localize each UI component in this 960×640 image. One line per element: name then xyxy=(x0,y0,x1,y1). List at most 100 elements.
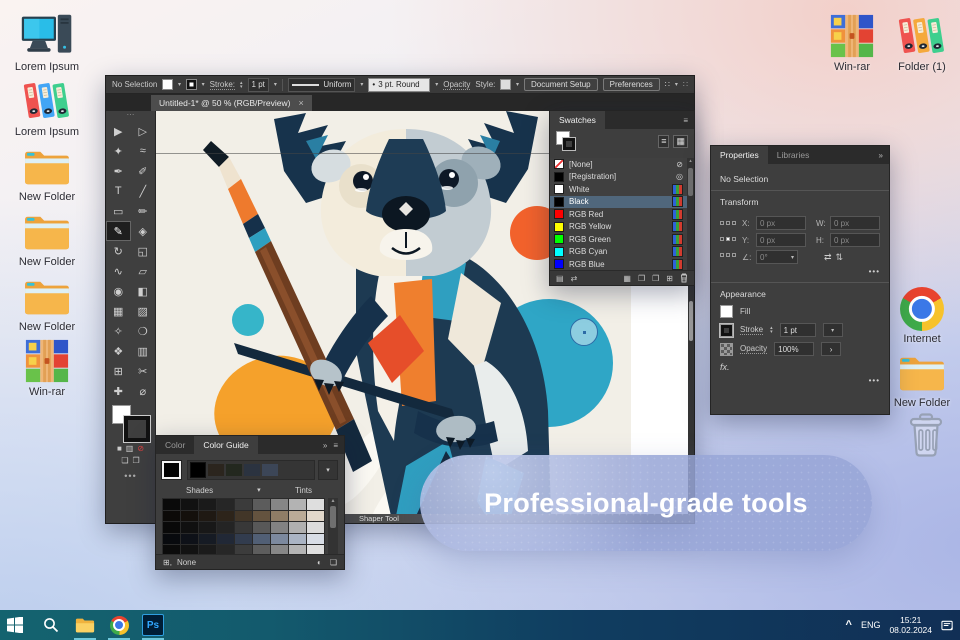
desktop-icon-folder[interactable]: New Folder xyxy=(886,348,958,409)
stroke-stepper[interactable]: ▴ ▾ xyxy=(770,326,773,335)
save-group-icon[interactable]: ❏ xyxy=(330,558,337,567)
variation-swatch[interactable] xyxy=(235,533,252,544)
swatch-color[interactable] xyxy=(554,171,564,182)
variation-swatch[interactable] xyxy=(181,522,198,533)
variation-swatch[interactable] xyxy=(163,499,180,510)
desktop-icon-folder[interactable]: New Folder xyxy=(11,207,83,268)
variation-swatch[interactable] xyxy=(307,522,324,533)
screen-mode-icon[interactable]: ❐ xyxy=(133,456,140,465)
desktop-icon-binders[interactable]: Lorem Ipsum xyxy=(11,77,83,138)
harmony-swatch[interactable] xyxy=(226,464,242,476)
variation-swatch[interactable] xyxy=(181,499,198,510)
search-icon[interactable] xyxy=(36,610,66,640)
swatch-color[interactable] xyxy=(554,234,564,245)
opacity-swatch[interactable] xyxy=(720,342,733,356)
width-profile-select[interactable]: Uniform xyxy=(287,77,356,92)
style-swatch[interactable] xyxy=(500,79,512,90)
variation-swatch[interactable] xyxy=(235,510,252,521)
stroke-width-field[interactable]: 1 pt xyxy=(247,77,269,92)
swatch-row[interactable]: [Registration] ◎ xyxy=(550,171,687,184)
tool-icon[interactable]: ◉ xyxy=(106,281,131,301)
swatch-libraries-icon[interactable]: ▤ xyxy=(556,274,564,283)
tool-icon[interactable]: ▥ xyxy=(131,341,156,361)
hidden-icons-chevron[interactable]: ^ xyxy=(846,619,852,631)
chevron-down-icon[interactable]: ▾ xyxy=(516,81,519,88)
variation-swatch[interactable] xyxy=(217,499,234,510)
swatch-row[interactable]: RGB Yellow xyxy=(550,221,687,234)
variation-swatch[interactable] xyxy=(271,522,288,533)
collapse-panels-icon[interactable]: ∷ xyxy=(683,80,688,89)
photoshop-taskbar-icon[interactable]: Ps xyxy=(138,610,168,640)
variation-swatch[interactable] xyxy=(235,499,252,510)
edit-colors-icon[interactable]: ◐ xyxy=(317,558,322,567)
opacity-expand-button[interactable]: › xyxy=(821,342,842,356)
tool-icon[interactable]: ◈ xyxy=(131,221,156,241)
desktop-icon-winrar[interactable]: Win-rar xyxy=(816,12,888,73)
variation-swatch[interactable] xyxy=(253,522,270,533)
swatch-color[interactable] xyxy=(554,209,564,220)
variation-swatch[interactable] xyxy=(289,522,306,533)
h-field[interactable]: 0 px xyxy=(830,233,880,247)
swatch-color[interactable] xyxy=(554,246,564,257)
stroke-proxy[interactable] xyxy=(123,415,151,443)
preferences-button[interactable]: Preferences xyxy=(602,78,660,91)
tool-icon[interactable]: ✐ xyxy=(131,161,156,181)
variation-swatch[interactable] xyxy=(181,510,198,521)
more-options-icon[interactable]: ••• xyxy=(720,376,880,385)
tool-icon[interactable]: ╱ xyxy=(131,181,156,201)
variation-swatch[interactable] xyxy=(217,522,234,533)
chrome-taskbar-icon[interactable] xyxy=(104,610,134,640)
variation-swatch[interactable] xyxy=(199,510,216,521)
tool-icon[interactable]: ◧ xyxy=(131,281,156,301)
none-mode-icon[interactable]: ⊘ xyxy=(137,444,144,453)
chevron-down-icon[interactable]: ▾ xyxy=(675,81,678,88)
panel-expand-icon[interactable]: » xyxy=(323,441,327,450)
fill-stroke-indicator[interactable] xyxy=(556,131,578,151)
desktop-icon-folder[interactable]: New Folder xyxy=(11,142,83,203)
variation-swatch[interactable] xyxy=(289,533,306,544)
swatch-color[interactable] xyxy=(554,159,564,170)
tool-icon[interactable]: ▶ xyxy=(106,121,131,141)
swatch-row[interactable]: RGB Green xyxy=(550,233,687,246)
panel-grip-icon[interactable]: ⋯ xyxy=(106,111,155,121)
variation-swatch[interactable] xyxy=(253,499,270,510)
swatch-row[interactable]: [None] ⊘ xyxy=(550,158,687,171)
tool-icon[interactable]: ▷ xyxy=(131,121,156,141)
tool-icon[interactable]: ❍ xyxy=(131,321,156,341)
tool-icon[interactable]: ↻ xyxy=(106,241,131,261)
tool-icon[interactable]: ✒ xyxy=(106,161,131,181)
desktop-icon-winrar[interactable]: Win-rar xyxy=(11,337,83,398)
list-view-icon[interactable]: ≡ xyxy=(658,134,670,148)
tool-icon[interactable]: ✦ xyxy=(106,141,131,161)
variation-swatch[interactable] xyxy=(217,533,234,544)
start-button[interactable] xyxy=(0,610,30,640)
desktop-icon-trash[interactable] xyxy=(890,412,960,461)
document-setup-button[interactable]: Document Setup xyxy=(524,78,598,91)
variation-swatch[interactable] xyxy=(271,499,288,510)
y-field[interactable]: 0 px xyxy=(756,233,806,247)
delete-swatch-icon[interactable] xyxy=(680,273,688,283)
fill-swatch[interactable] xyxy=(162,79,173,90)
swatch-color[interactable] xyxy=(554,184,564,195)
swatch-row[interactable]: RGB Cyan xyxy=(550,246,687,259)
x-field[interactable]: 0 px xyxy=(756,216,806,230)
variation-swatch[interactable] xyxy=(199,499,216,510)
base-color-swatch[interactable] xyxy=(161,460,182,480)
new-swatch-icon[interactable]: ⊞ xyxy=(666,274,673,283)
tab-libraries[interactable]: Libraries xyxy=(768,146,819,164)
variation-swatch[interactable] xyxy=(163,510,180,521)
flip-vertical-icon[interactable]: ⇅ xyxy=(836,252,844,263)
variation-swatch[interactable] xyxy=(199,533,216,544)
tool-icon[interactable]: ✚ xyxy=(106,381,131,401)
document-tab[interactable]: Untitled-1* @ 50 % (RGB/Preview) × xyxy=(151,95,312,111)
swatch-row[interactable]: RGB Blue xyxy=(550,258,687,271)
variation-swatch[interactable] xyxy=(307,499,324,510)
swatch-color[interactable] xyxy=(554,221,564,232)
file-explorer-icon[interactable] xyxy=(70,610,100,640)
workspace-switcher-icon[interactable]: ∷ xyxy=(665,80,670,89)
harmony-swatch[interactable] xyxy=(208,464,224,476)
grid-view-icon[interactable]: ▦ xyxy=(673,134,688,148)
tool-icon[interactable]: ✂ xyxy=(131,361,156,381)
tool-icon[interactable]: ⌀ xyxy=(131,381,156,401)
variation-swatch[interactable] xyxy=(307,533,324,544)
